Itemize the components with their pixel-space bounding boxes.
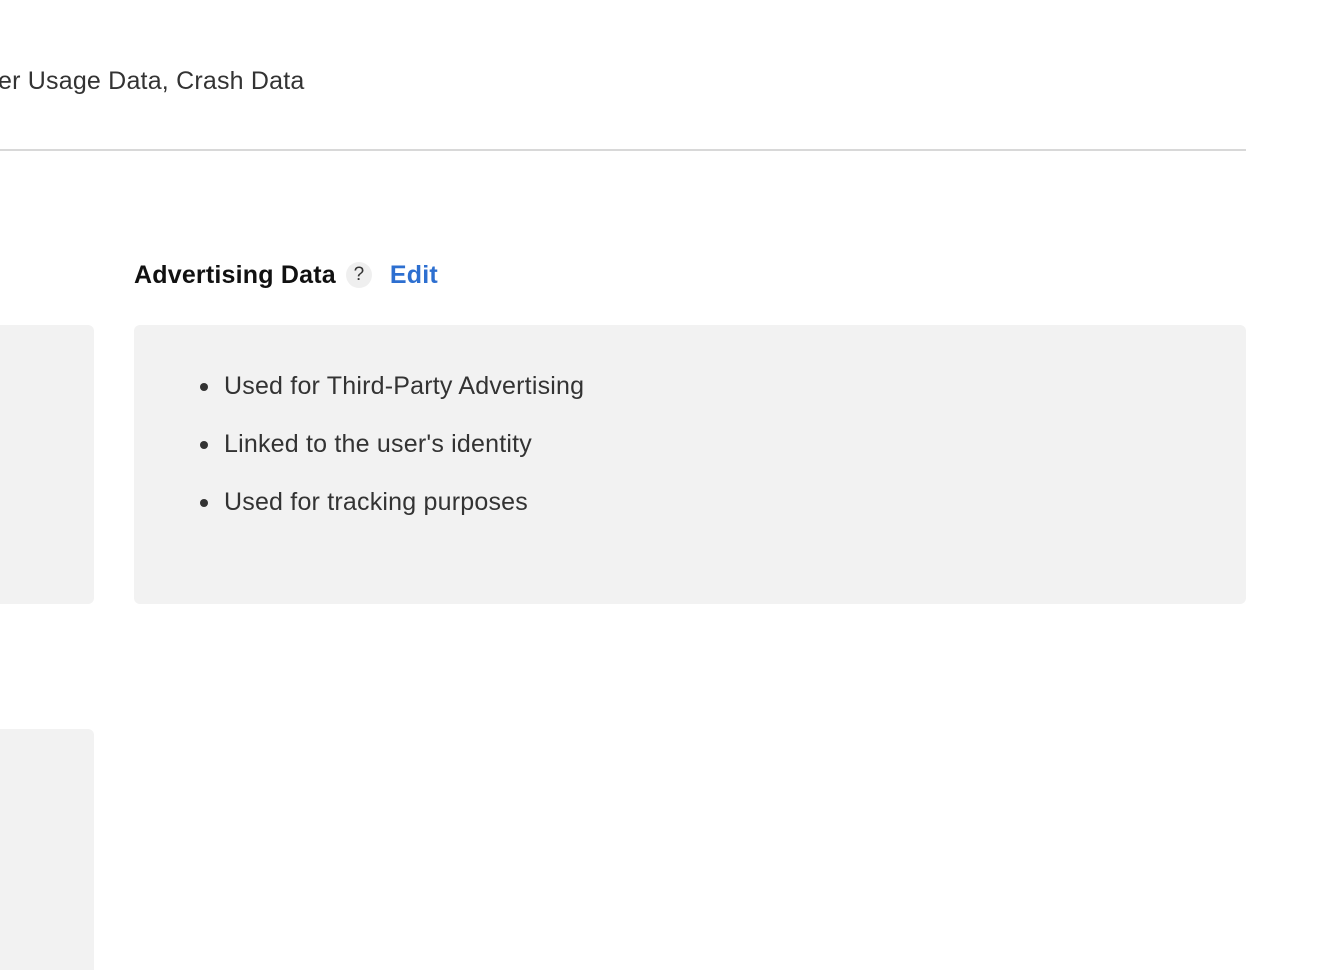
section-divider [0, 149, 1246, 151]
list-item: Used for Third-Party Advertising [200, 369, 584, 403]
purpose-text: Used for tracking purposes [224, 488, 528, 516]
advertising-data-title: Advertising Data [134, 260, 336, 289]
bullet-dot-icon [200, 383, 208, 391]
purpose-text: Linked to the user's identity [224, 430, 532, 458]
app-privacy-page: er Usage Data, Crash Data Advertising Da… [0, 0, 1336, 970]
left-data-card-partial [0, 325, 94, 604]
advertising-data-header: Advertising Data ? Edit [134, 256, 438, 294]
edit-advertising-data-link[interactable]: Edit [390, 261, 438, 290]
list-item: Used for tracking purposes [200, 485, 584, 519]
advertising-data-card: Used for Third-Party Advertising Linked … [134, 325, 1246, 604]
bullet-dot-icon [200, 499, 208, 507]
left-data-card-partial-lower [0, 729, 94, 970]
bullet-dot-icon [200, 441, 208, 449]
advertising-purposes-list: Used for Third-Party Advertising Linked … [200, 369, 584, 543]
list-item: Linked to the user's identity [200, 427, 584, 461]
previous-section-summary: er Usage Data, Crash Data [0, 67, 305, 95]
question-mark-icon[interactable]: ? [345, 262, 372, 288]
purpose-text: Used for Third-Party Advertising [224, 372, 585, 400]
